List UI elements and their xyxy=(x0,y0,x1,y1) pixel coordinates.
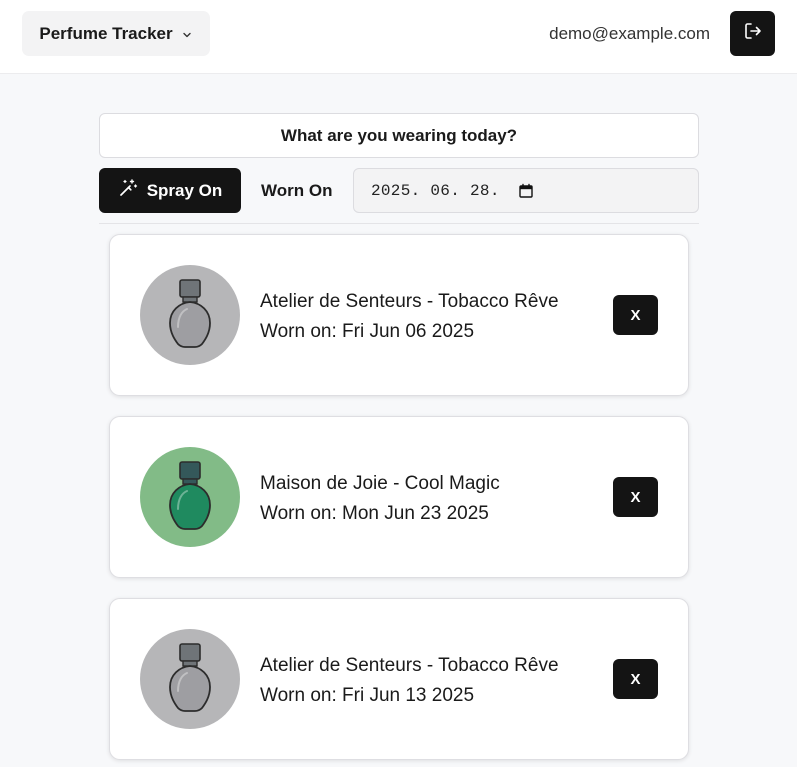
perfume-avatar xyxy=(140,629,240,729)
app-menu-button[interactable]: Perfume Tracker xyxy=(22,11,210,56)
remove-entry-button[interactable]: X xyxy=(613,659,658,699)
perfume-bottle-icon xyxy=(165,273,215,358)
magic-wand-icon xyxy=(118,178,138,203)
logout-icon xyxy=(743,21,763,46)
spray-on-label: Spray On xyxy=(146,180,223,200)
logout-button[interactable] xyxy=(730,11,775,56)
wear-entry-card: Atelier de Senteurs - Tobacco Rêve Worn … xyxy=(109,234,689,396)
worn-date: Worn on: Fri Jun 13 2025 xyxy=(260,685,475,706)
perfume-name: Maison de Joie - Cool Magic xyxy=(260,473,500,494)
worn-on-label: Worn On xyxy=(261,181,333,200)
chevron-down-icon xyxy=(181,28,193,40)
spray-on-button[interactable]: Spray On xyxy=(99,168,241,213)
divider xyxy=(99,223,699,224)
remove-entry-button[interactable]: X xyxy=(613,295,658,335)
perfume-avatar xyxy=(140,265,240,365)
remove-entry-button[interactable]: X xyxy=(613,477,658,517)
worn-on-date-input[interactable]: 2025. 06. 28. xyxy=(353,168,699,213)
top-bar: Perfume Tracker demo@example.com xyxy=(0,0,797,74)
perfume-bottle-icon xyxy=(165,637,215,722)
worn-date: Worn on: Fri Jun 06 2025 xyxy=(260,321,475,342)
wear-entry-card: Atelier de Senteurs - Tobacco Rêve Worn … xyxy=(109,598,689,760)
date-value: 2025. 06. 28. xyxy=(371,181,500,200)
app-title: Perfume Tracker xyxy=(39,23,173,43)
calendar-icon[interactable] xyxy=(518,183,534,199)
worn-date: Worn on: Mon Jun 23 2025 xyxy=(260,503,489,524)
perfume-avatar xyxy=(140,447,240,547)
perfume-bottle-icon xyxy=(165,455,215,540)
user-email: demo@example.com xyxy=(549,24,710,43)
wearing-question: What are you wearing today? xyxy=(99,113,699,158)
perfume-name: Atelier de Senteurs - Tobacco Rêve xyxy=(260,655,559,676)
perfume-name: Atelier de Senteurs - Tobacco Rêve xyxy=(260,291,559,312)
wear-entry-card: Maison de Joie - Cool Magic Worn on: Mon… xyxy=(109,416,689,578)
